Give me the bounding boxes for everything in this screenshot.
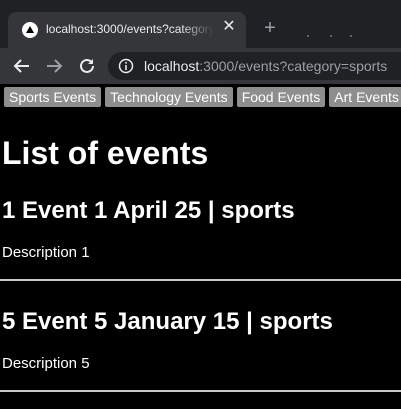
page-title: List of events xyxy=(2,135,209,171)
close-icon[interactable]: ✕ xyxy=(220,18,238,36)
tab-title: localhost:3000/events?category=sports xyxy=(46,22,214,36)
divider-dot xyxy=(330,35,332,37)
reload-icon[interactable] xyxy=(75,54,99,78)
category-button-art[interactable]: Art Events xyxy=(329,87,401,107)
event-divider xyxy=(0,279,401,281)
back-icon[interactable] xyxy=(10,54,34,78)
event-title: 5 Event 5 January 15 | sports xyxy=(2,308,333,335)
divider-dot xyxy=(350,35,352,37)
browser-tab[interactable]: localhost:3000/events?category=sports ✕ xyxy=(8,12,246,48)
event-title: 1 Event 1 April 25 | sports xyxy=(2,197,295,224)
favicon-icon xyxy=(22,22,38,38)
browser-toolbar: localhost:3000/events?category=sports xyxy=(0,48,401,84)
category-button-sports[interactable]: Sports Events xyxy=(4,87,102,107)
divider-dot xyxy=(307,35,309,37)
info-icon[interactable] xyxy=(118,58,134,74)
url-host: localhost xyxy=(144,58,200,74)
url-text: localhost:3000/events?category=sports xyxy=(144,58,387,74)
url-path: :3000/events?category=sports xyxy=(199,58,388,74)
category-button-food[interactable]: Food Events xyxy=(236,87,326,107)
page-content: Sports Events Technology Events Food Eve… xyxy=(0,84,401,409)
event-description: Description 5 xyxy=(2,355,90,372)
new-tab-icon[interactable]: + xyxy=(260,18,280,38)
address-bar[interactable]: localhost:3000/events?category=sports xyxy=(108,52,401,80)
category-button-technology[interactable]: Technology Events xyxy=(105,87,233,107)
category-nav: Sports Events Technology Events Food Eve… xyxy=(4,87,401,107)
event-divider xyxy=(0,390,401,392)
forward-icon[interactable] xyxy=(42,54,66,78)
tab-strip: localhost:3000/events?category=sports ✕ … xyxy=(0,0,401,48)
event-description: Description 1 xyxy=(2,244,90,261)
